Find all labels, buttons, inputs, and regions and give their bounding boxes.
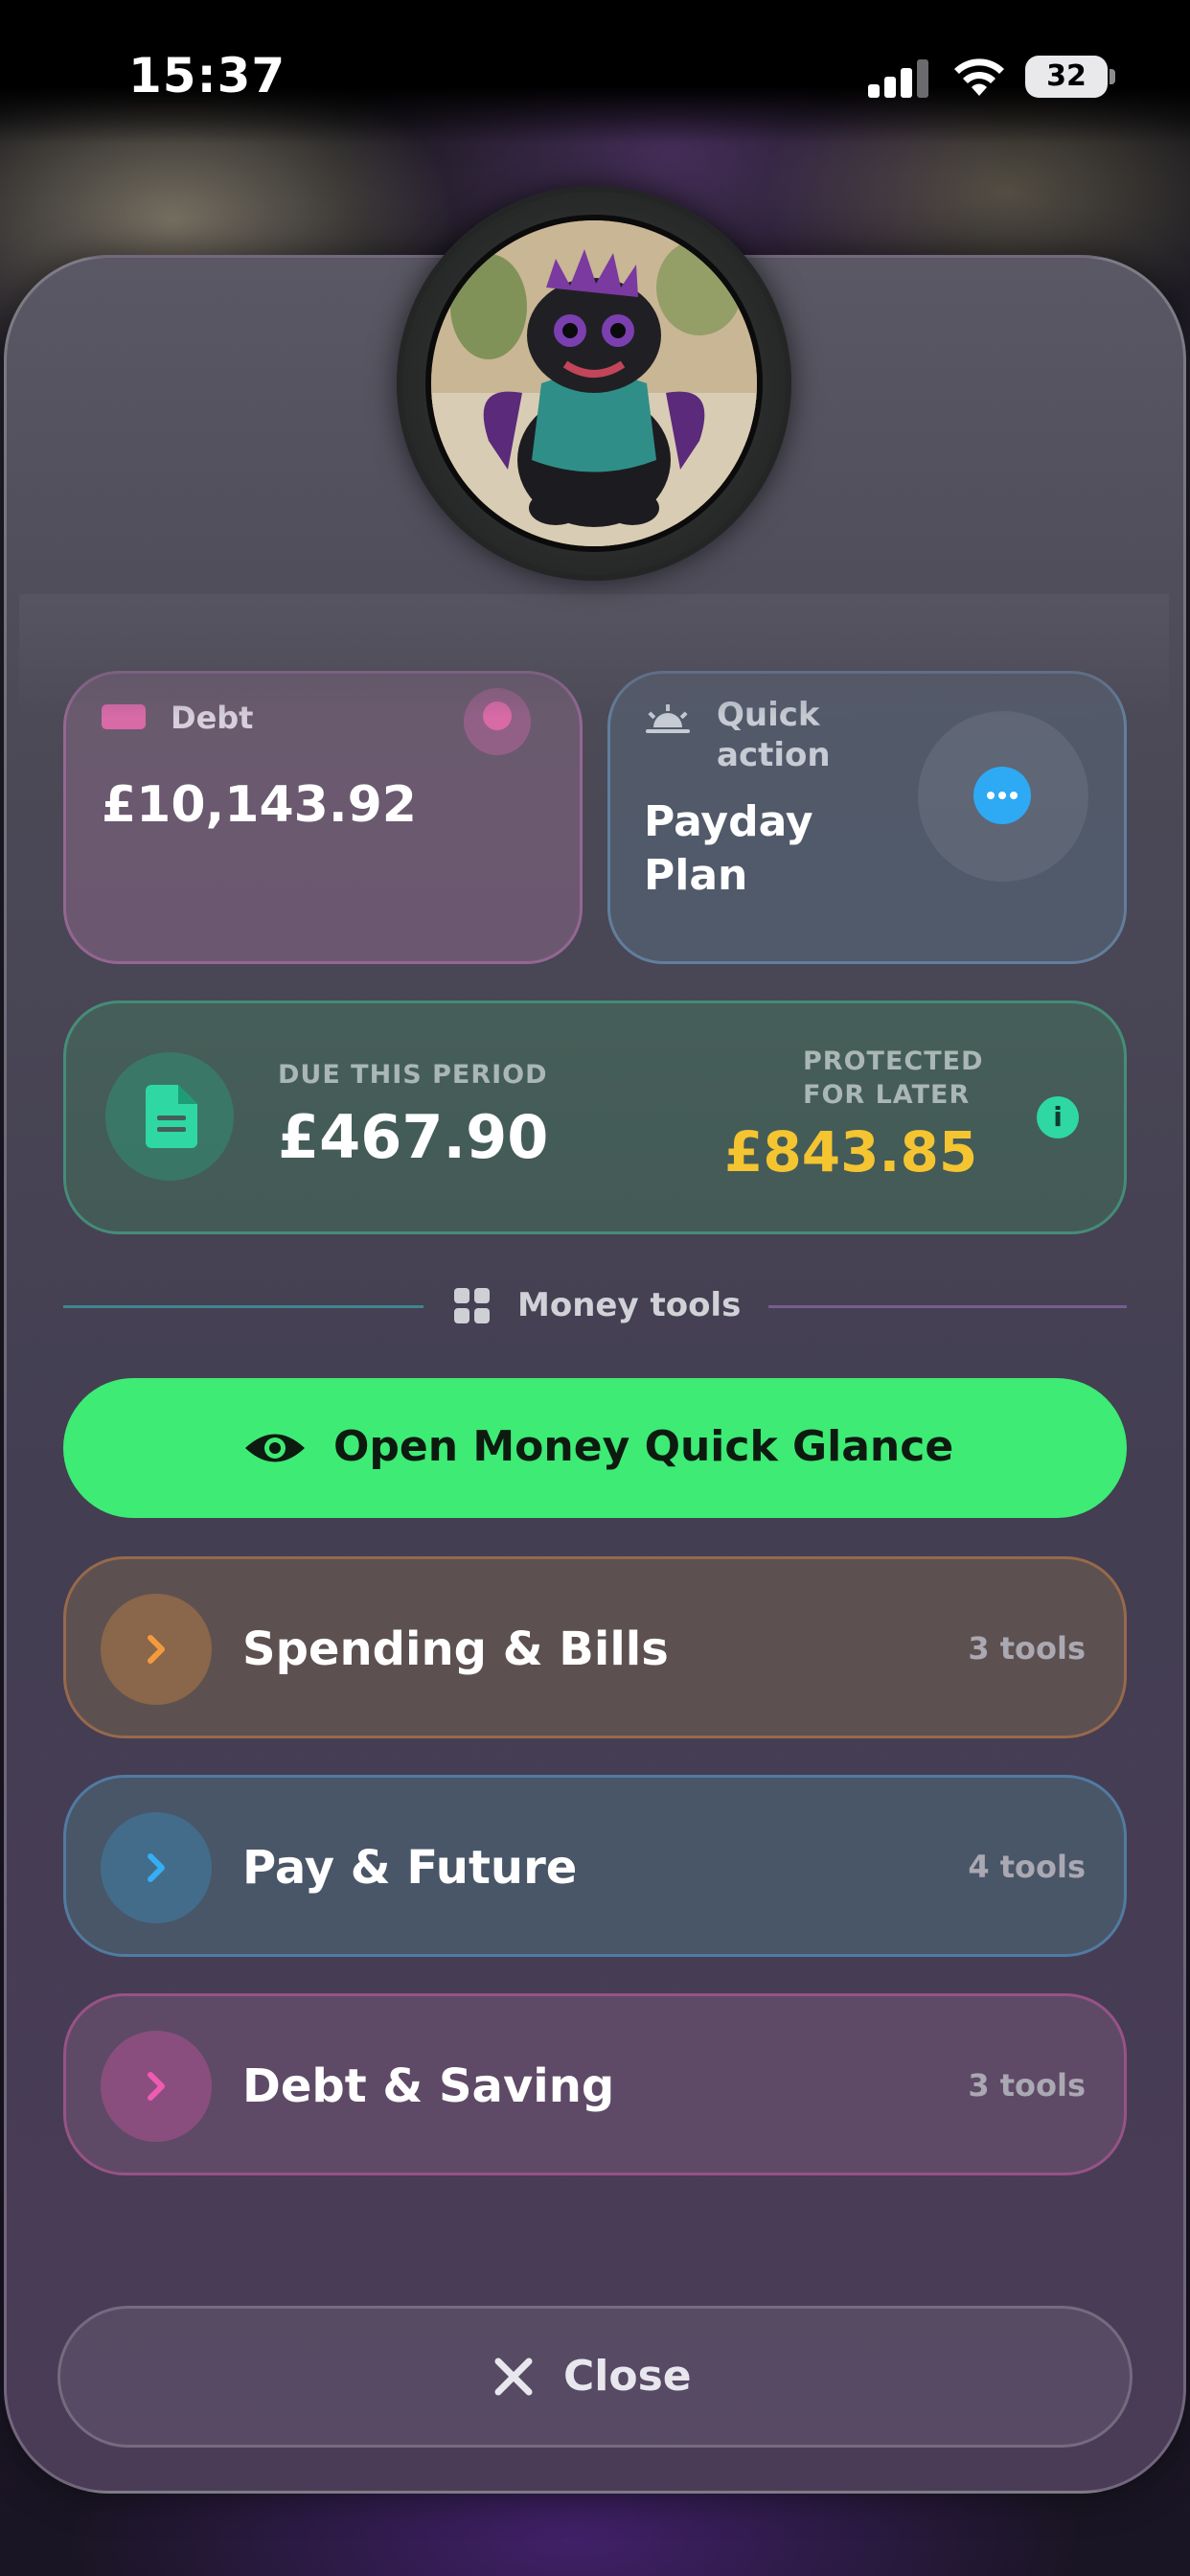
eye-icon <box>245 1434 305 1462</box>
tool-group-count: 4 tools <box>968 1849 1086 1885</box>
document-icon <box>146 1085 197 1148</box>
card-icon <box>102 704 146 729</box>
debt-label: Debt <box>171 700 254 736</box>
more-icon <box>973 767 1031 824</box>
status-time: 15:37 <box>128 48 286 104</box>
tool-group-spending-bills[interactable]: Spending & Bills 3 tools <box>63 1556 1127 1738</box>
chevron-right-icon <box>101 2031 212 2142</box>
status-bar: 15:37 32 <box>0 0 1190 144</box>
sunrise-icon <box>646 704 690 733</box>
battery-indicator: 32 <box>1025 56 1108 98</box>
due-amount: £467.90 <box>278 1102 549 1172</box>
chevron-right-icon <box>101 1594 212 1705</box>
open-quick-glance-label: Open Money Quick Glance <box>333 1422 954 1471</box>
due-label: DUE THIS PERIOD <box>278 1060 548 1090</box>
wifi-icon <box>954 58 1004 96</box>
tool-group-count: 3 tools <box>968 2067 1086 2104</box>
close-icon <box>494 2358 533 2396</box>
tool-group-pay-future[interactable]: Pay & Future 4 tools <box>63 1775 1127 1957</box>
debt-info-button[interactable] <box>464 688 531 755</box>
tool-group-debt-saving[interactable]: Debt & Saving 3 tools <box>63 1993 1127 2175</box>
cellular-signal-icon <box>868 58 929 98</box>
tool-group-count: 3 tools <box>968 1630 1086 1667</box>
quick-action-title: Payday Plan <box>644 797 813 900</box>
protected-amount: £843.85 <box>724 1119 978 1184</box>
divider-right <box>768 1305 1127 1308</box>
protected-label-line1: PROTECTED <box>803 1046 984 1076</box>
grid-icon <box>454 1288 491 1324</box>
protected-label: PROTECTED FOR LATER <box>728 1045 1054 1112</box>
section-title: Money tools <box>517 1286 742 1324</box>
tool-group-title: Debt & Saving <box>242 2059 615 2113</box>
protected-label-line2: FOR LATER <box>803 1080 971 1110</box>
dragon-mascot-icon <box>431 220 757 546</box>
quick-action-label: Quick action <box>717 696 831 774</box>
debt-amount: £10,143.92 <box>102 776 417 834</box>
battery-tip <box>1110 69 1115 84</box>
divider-left <box>63 1305 423 1308</box>
chevron-right-icon <box>101 1812 212 1923</box>
tool-group-title: Spending & Bills <box>242 1622 669 1676</box>
protected-info-icon[interactable]: i <box>1037 1096 1079 1138</box>
info-icon <box>483 702 512 730</box>
tool-group-title: Pay & Future <box>242 1841 578 1895</box>
more-options-button[interactable] <box>918 711 1088 882</box>
avatar[interactable] <box>425 215 763 552</box>
close-label: Close <box>563 2352 692 2401</box>
